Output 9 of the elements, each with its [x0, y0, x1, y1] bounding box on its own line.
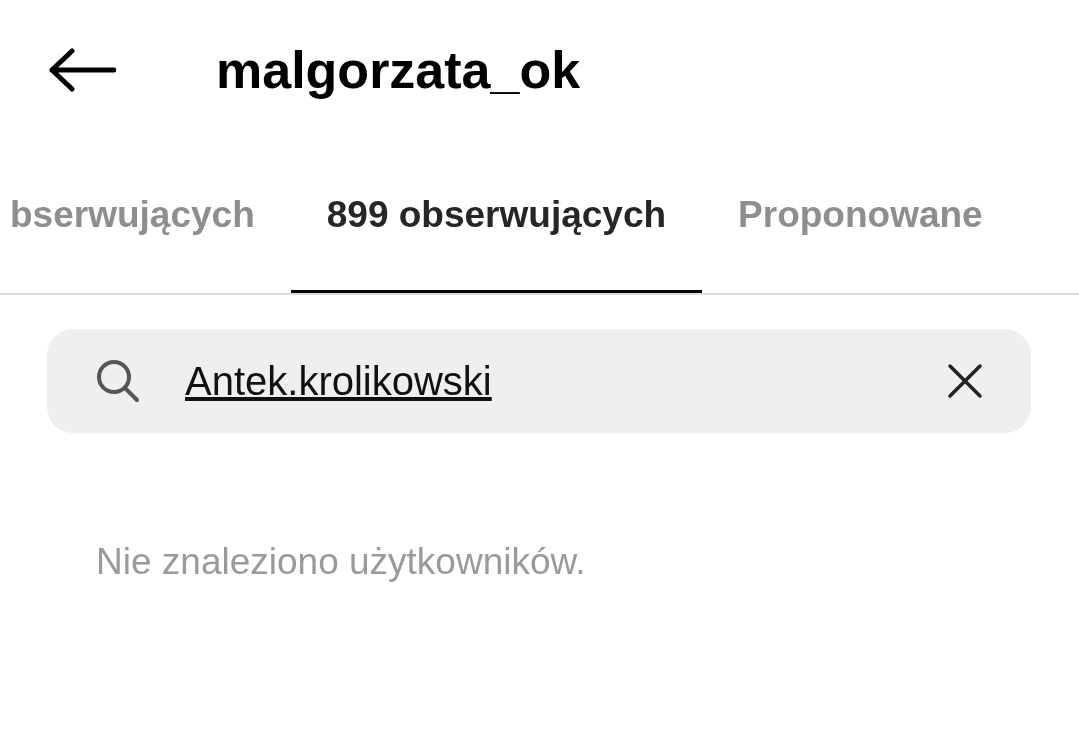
search-icon [95, 358, 141, 404]
search-field[interactable]: Antek.krolikowski [47, 329, 1031, 433]
back-arrow-icon [48, 48, 116, 92]
clear-icon[interactable] [947, 363, 983, 399]
tab[interactable]: 899 obserwujących [290, 140, 703, 293]
empty-message: Nie znaleziono użytkowników. [96, 541, 587, 583]
back-button[interactable] [48, 48, 116, 92]
search-query: Antek.krolikowski [185, 358, 493, 404]
profile-username: malgorzata_ok [216, 40, 581, 100]
